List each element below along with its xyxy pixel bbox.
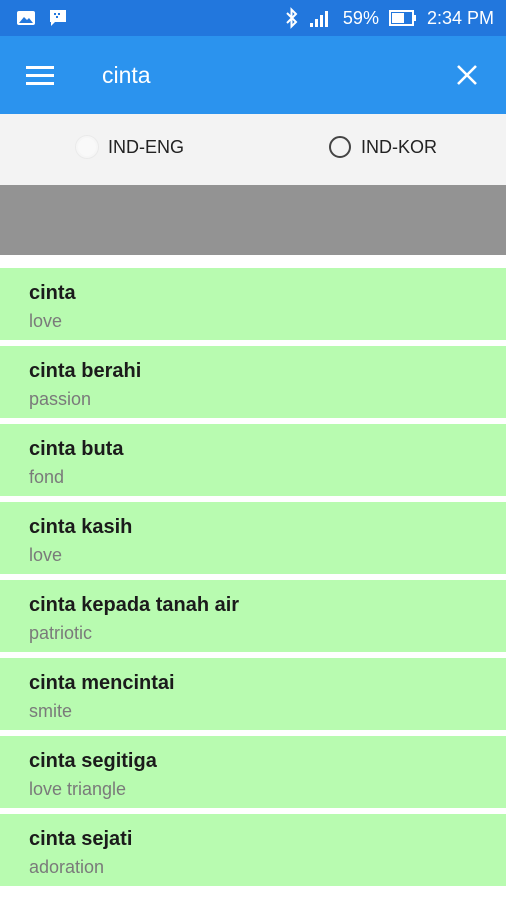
clock: 2:34 PM — [426, 7, 494, 28]
signal-icon — [309, 8, 333, 28]
result-meaning: love — [29, 311, 63, 331]
result-item[interactable]: cinta buta fond — [0, 424, 506, 496]
menu-button[interactable] — [26, 64, 54, 86]
status-left — [16, 9, 68, 27]
result-meaning: adoration — [29, 857, 105, 877]
radio-button-icon[interactable] — [329, 136, 351, 158]
dictionary-selector: IND-ENG IND-KOR — [0, 114, 506, 185]
result-word: cinta — [29, 282, 76, 304]
status-right: 59% 2:34 PM — [285, 7, 494, 29]
result-item[interactable]: cinta sejati adoration — [0, 814, 506, 886]
result-word: cinta kepada tanah air — [29, 594, 240, 616]
status-bar: 59% 2:34 PM — [0, 0, 506, 36]
clear-search-button[interactable] — [456, 64, 478, 86]
result-item[interactable]: cinta kasih love — [0, 502, 506, 574]
result-word: cinta berahi — [29, 360, 142, 382]
result-item[interactable]: cinta mencintai smite — [0, 658, 506, 730]
search-toolbar: cinta — [0, 36, 506, 114]
result-meaning: love — [29, 545, 63, 565]
chat-icon — [48, 9, 68, 27]
search-input[interactable]: cinta — [102, 58, 402, 92]
result-item[interactable]: cinta kepada tanah air patriotic — [0, 580, 506, 652]
gallery-icon — [16, 10, 36, 26]
close-icon — [457, 65, 477, 85]
banner-placeholder — [0, 185, 506, 255]
result-meaning: fond — [29, 467, 65, 487]
result-word: cinta kasih — [29, 516, 133, 538]
result-item[interactable]: cinta berahi passion — [0, 346, 506, 418]
result-meaning: love triangle — [29, 779, 127, 799]
result-word: cinta mencintai — [29, 672, 175, 694]
radio-label: IND-ENG — [108, 136, 184, 157]
radio-label: IND-KOR — [361, 136, 437, 157]
result-word: cinta buta — [29, 438, 124, 460]
result-meaning: patriotic — [29, 623, 93, 643]
radio-button-icon[interactable] — [76, 136, 98, 158]
radio-ind-eng[interactable]: IND-ENG — [76, 136, 184, 158]
result-meaning: passion — [29, 389, 92, 409]
result-item[interactable]: cinta segitiga love triangle — [0, 736, 506, 808]
battery-icon — [388, 9, 417, 27]
result-word: cinta sejati — [29, 828, 133, 850]
result-word: cinta segitiga — [29, 750, 157, 772]
result-item[interactable]: cinta love — [0, 268, 506, 340]
menu-icon — [26, 66, 54, 85]
result-meaning: smite — [29, 701, 73, 721]
battery-percent: 59% — [342, 7, 379, 28]
bluetooth-icon — [285, 7, 299, 29]
radio-ind-kor[interactable]: IND-KOR — [329, 136, 437, 158]
